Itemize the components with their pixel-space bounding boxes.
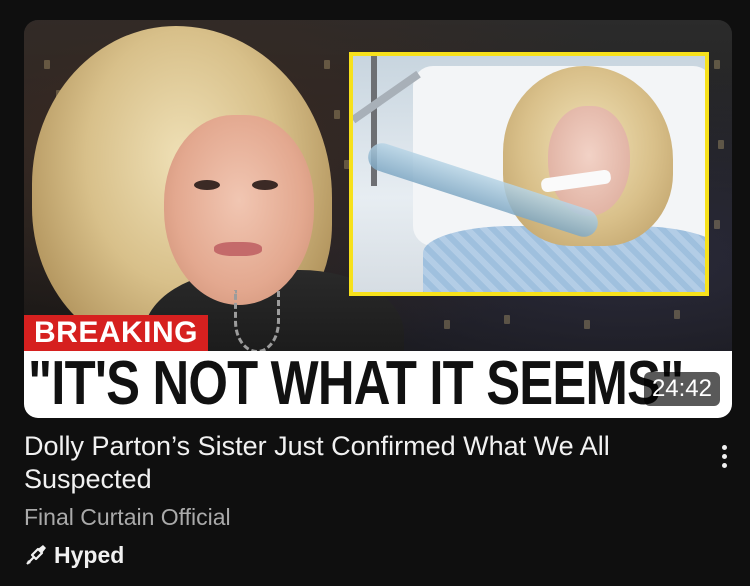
video-title[interactable]: Dolly Parton’s Sister Just Confirmed Wha…	[24, 430, 684, 496]
more-vert-icon[interactable]	[712, 436, 736, 476]
breaking-banner: BREAKING	[24, 315, 209, 351]
hospital-inset-photo	[349, 52, 709, 296]
hyped-badge[interactable]: Hyped	[24, 541, 124, 569]
channel-name[interactable]: Final Curtain Official	[24, 503, 231, 531]
video-duration: 24:42	[643, 372, 720, 406]
hype-icon	[24, 543, 48, 567]
quote-text: "IT'S NOT WHAT IT SEEMS"	[28, 351, 684, 418]
video-card[interactable]: BREAKING "IT'S NOT WHAT IT SEEMS" 24:42 …	[0, 0, 750, 586]
hyped-label: Hyped	[54, 542, 125, 568]
quote-banner: "IT'S NOT WHAT IT SEEMS"	[24, 351, 732, 418]
video-thumbnail[interactable]: BREAKING "IT'S NOT WHAT IT SEEMS" 24:42	[24, 20, 732, 418]
